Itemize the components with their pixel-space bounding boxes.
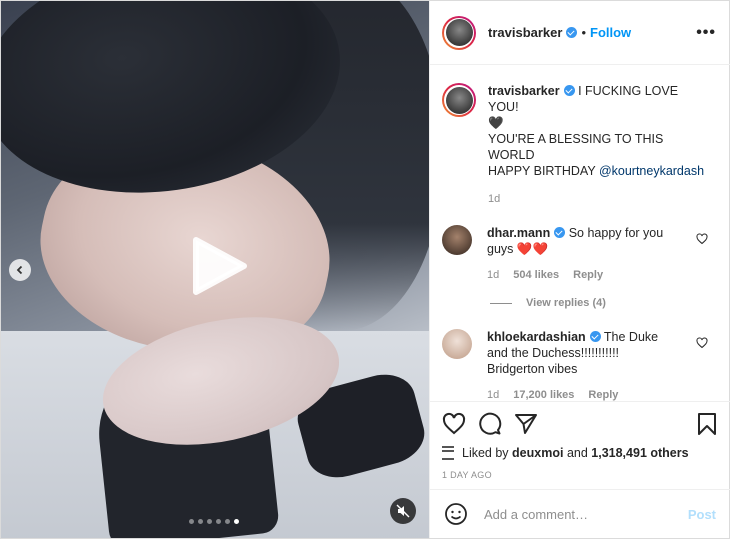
comments-section[interactable]: travisbarker I FUCKING LOVE YOU! 🖤 YOU'R… <box>430 65 730 401</box>
comment-username[interactable]: dhar.mann <box>487 226 550 240</box>
comment-age[interactable]: 1d <box>487 387 499 401</box>
caption-username[interactable]: travisbarker <box>488 84 560 98</box>
like-heart-icon[interactable] <box>442 412 466 436</box>
comment-body: khloekardashian The Duke and the Duchess… <box>487 329 677 401</box>
post-header: travisbarker • Follow ••• <box>430 1 730 65</box>
comment-body: dhar.mann So happy for you guys ❤️❤️ 1d … <box>487 225 677 283</box>
caption-age[interactable]: 1d <box>488 191 710 207</box>
verified-badge-icon <box>563 85 575 96</box>
comment-avatar[interactable] <box>442 329 472 359</box>
comment-bubble-icon[interactable] <box>478 412 502 436</box>
mute-button[interactable] <box>390 498 416 524</box>
slide-dot <box>216 519 221 524</box>
emoji-smiley-icon[interactable] <box>444 502 468 526</box>
verified-badge-icon <box>554 227 566 238</box>
post-timestamp[interactable]: 1 DAY AGO <box>442 470 718 480</box>
avatar-story-ring[interactable] <box>442 15 476 50</box>
play-icon[interactable] <box>188 236 248 296</box>
view-replies-label: View replies (4) <box>526 297 606 309</box>
verified-badge-icon <box>589 331 601 342</box>
liked-by-conjunction: and <box>566 446 588 460</box>
liked-by-user[interactable]: deuxmoi <box>512 446 563 460</box>
share-send-icon[interactable] <box>514 412 538 436</box>
view-replies-button[interactable]: View replies (4) <box>490 297 730 309</box>
separator-bullet: • <box>581 25 587 40</box>
chevron-left-icon <box>16 265 23 275</box>
reply-button[interactable]: Reply <box>573 267 603 283</box>
comment-item: khloekardashian The Duke and the Duchess… <box>430 329 730 401</box>
comment-age[interactable]: 1d <box>487 267 499 283</box>
reply-button[interactable]: Reply <box>588 387 618 401</box>
bookmark-icon[interactable] <box>696 412 718 436</box>
mention-link[interactable]: @kourtneykardash <box>599 164 704 178</box>
follow-button[interactable]: Follow <box>590 25 631 40</box>
comment-meta: 1d 17,200 likes Reply <box>487 387 677 401</box>
comment-input[interactable] <box>482 505 676 523</box>
avatar <box>445 86 473 114</box>
comment-meta: 1d 504 likes Reply <box>487 267 677 283</box>
slide-dot <box>207 519 212 524</box>
likes-count[interactable]: 1,318,491 others <box>591 446 688 460</box>
post-caption: travisbarker I FUCKING LOVE YOU! 🖤 YOU'R… <box>430 65 730 207</box>
previous-slide-button[interactable] <box>9 259 31 281</box>
comment-avatar[interactable] <box>442 225 472 255</box>
comment-likes[interactable]: 504 likes <box>513 267 559 283</box>
action-bar: Liked by deuxmoi and 1,318,491 others 1 … <box>430 401 730 480</box>
slide-dot <box>198 519 203 524</box>
red-hearts-emoji: ❤️❤️ <box>516 242 549 256</box>
caption-text: travisbarker I FUCKING LOVE YOU! 🖤 YOU'R… <box>488 83 710 207</box>
slide-dot-active <box>234 519 239 524</box>
liked-by-icon <box>442 446 454 460</box>
slide-dot <box>225 519 230 524</box>
comment-likes[interactable]: 17,200 likes <box>513 387 574 401</box>
action-buttons <box>442 412 718 436</box>
comment-like-heart-icon[interactable] <box>696 337 708 349</box>
verified-badge-icon <box>566 27 578 38</box>
slide-indicator <box>189 519 239 524</box>
caption-line-2: YOU'RE A BLESSING TO THIS WORLD <box>488 132 664 162</box>
instagram-post: travisbarker • Follow ••• travisbarker I… <box>0 0 730 539</box>
post-sidebar: travisbarker • Follow ••• travisbarker I… <box>429 1 730 538</box>
comment-username[interactable]: khloekardashian <box>487 330 586 344</box>
comment-item: dhar.mann So happy for you guys ❤️❤️ 1d … <box>430 225 730 283</box>
replies-line <box>490 302 512 304</box>
slide-dot <box>189 519 194 524</box>
post-media[interactable] <box>1 1 429 538</box>
post-comment-button[interactable]: Post <box>688 507 716 522</box>
caption-avatar[interactable] <box>442 83 476 117</box>
caption-line-3: HAPPY BIRTHDAY <box>488 164 596 178</box>
liked-by-prefix: Liked by <box>462 446 509 460</box>
black-heart-emoji: 🖤 <box>488 116 504 130</box>
comment-like-heart-icon[interactable] <box>696 233 708 245</box>
likes-summary: Liked by deuxmoi and 1,318,491 others <box>442 446 718 460</box>
header-username[interactable]: travisbarker <box>488 25 562 40</box>
comment-composer: Post <box>430 489 730 538</box>
avatar <box>445 19 473 46</box>
more-options-icon[interactable]: ••• <box>696 24 716 42</box>
speaker-muted-icon <box>396 504 410 518</box>
